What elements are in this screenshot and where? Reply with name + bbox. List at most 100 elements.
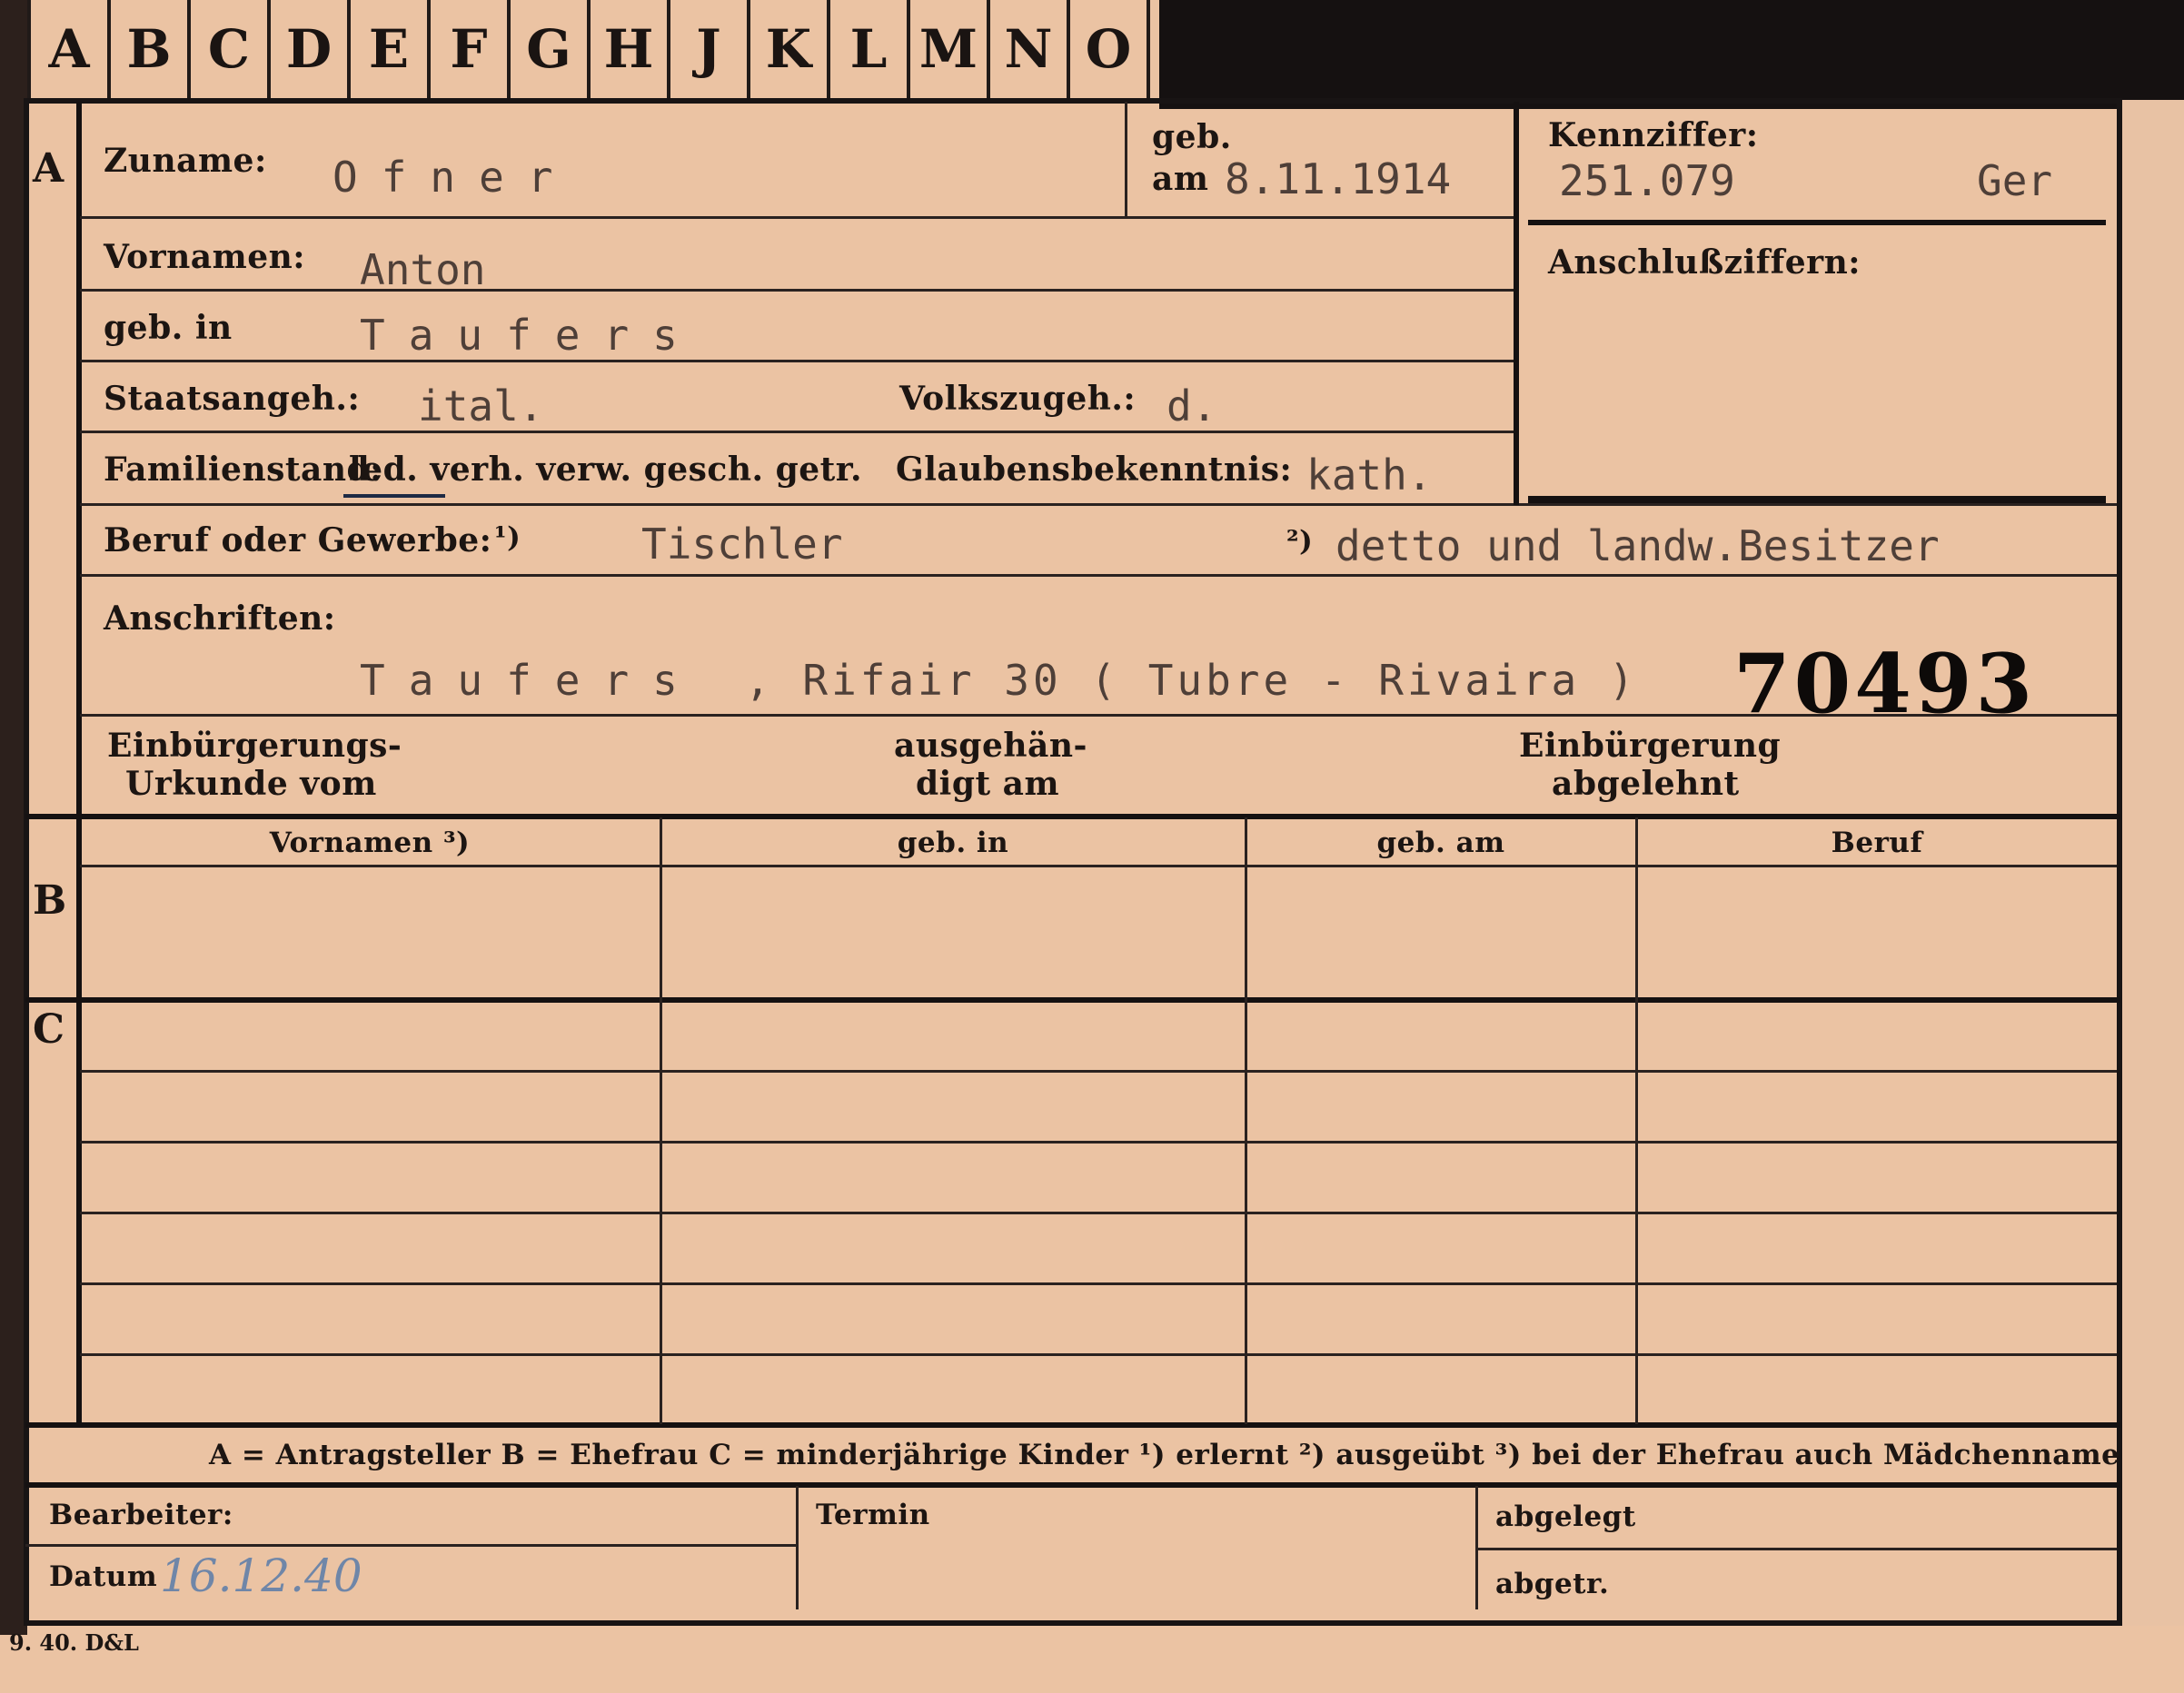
section-c-label: C <box>33 1006 65 1053</box>
glaubens-value: kath. <box>1306 450 1433 500</box>
beruf-label: Beruf oder Gewerbe: <box>104 521 492 559</box>
row-line <box>80 289 1515 292</box>
zuname-label: Zuname: <box>104 142 267 180</box>
einb-abgelehnt-line1: Einbürgerung <box>1519 727 1782 765</box>
table-row-line <box>80 1282 2117 1285</box>
legend: A = Antragsteller B = Ehefrau C = minder… <box>209 1439 2120 1471</box>
tab-g: G <box>511 0 591 102</box>
table-col-divider <box>660 817 662 1424</box>
staatsangeh-value: ital. <box>418 381 544 431</box>
vornamen-value: Anton <box>360 245 486 294</box>
termin-label: Termin <box>816 1499 930 1531</box>
tab-h: H <box>591 0 670 102</box>
table-bottom <box>25 1422 2120 1428</box>
tab-a: A <box>31 0 111 102</box>
table-header-line <box>80 865 2117 867</box>
tab-c: C <box>191 0 271 102</box>
row-line <box>80 360 1515 362</box>
index-tabs: A B C D E F G H J K L M N O <box>27 0 1163 102</box>
anschluss-label: Anschlußziffern: <box>1548 243 1861 282</box>
tab-k: K <box>750 0 830 102</box>
tab-j: J <box>670 0 750 102</box>
stamp-number: 70493 <box>1733 636 2037 732</box>
ausgehaen-line1: ausgehän- <box>894 727 1087 765</box>
row-line <box>80 216 1515 219</box>
footer-row-line <box>25 1544 796 1547</box>
tab-letter: G <box>526 18 571 80</box>
section-b-label: B <box>33 877 67 924</box>
datum-label: Datum <box>49 1560 158 1593</box>
tab-n: N <box>990 0 1070 102</box>
row-line <box>80 574 2117 577</box>
anschriften-label: Anschriften: <box>104 599 336 638</box>
row-line <box>80 503 2117 506</box>
kennziffer-divider <box>1514 102 1519 505</box>
tab-letter: A <box>48 18 90 80</box>
tab-letter: H <box>603 18 654 80</box>
beruf-value1: Tischler <box>641 520 843 569</box>
tab-letter: E <box>368 18 410 80</box>
geb-label: geb. <box>1152 118 1232 156</box>
ausgehaen-line2: digt am <box>916 765 1060 803</box>
tab-letter: J <box>696 18 721 80</box>
geb-in-label: geb. in <box>104 309 233 347</box>
tab-letter: F <box>450 18 488 80</box>
table-header-vornamen: Vornamen ³) <box>269 827 471 859</box>
familienstand-options: led. verh. verw. gesch. getr. <box>349 450 862 489</box>
tab-letter: B <box>126 18 172 80</box>
glaubens-label: Glaubensbekenntnis: <box>896 450 1293 489</box>
einb-urkunde-line1: Einbürgerungs- <box>107 727 402 765</box>
volkszugeh-label: Volkszugeh.: <box>899 380 1137 418</box>
kennziffer-label: Kennziffer: <box>1548 116 1759 154</box>
vornamen-label: Vornamen: <box>104 238 306 276</box>
beruf-note1: ¹) <box>494 521 521 554</box>
abgetr-label: abgetr. <box>1495 1568 1610 1600</box>
table-col-divider <box>1635 817 1638 1424</box>
einb-urkunde-line2: Urkunde vom <box>125 765 377 803</box>
tab-e: E <box>351 0 431 102</box>
kennziffer-value: 251.079 <box>1559 156 1735 205</box>
table-row-line <box>80 1212 2117 1214</box>
zuname-value: Ofner <box>333 153 577 202</box>
table-header-beruf: Beruf <box>1831 827 1923 859</box>
table-row-line <box>80 1070 2117 1073</box>
section-column-divider <box>76 102 82 1426</box>
einb-abgelehnt-line2: abgelehnt <box>1552 765 1740 803</box>
section-a-label: A <box>33 145 65 192</box>
datum-handwritten: 16.12.40 <box>160 1549 362 1602</box>
section-b-top <box>25 814 2120 819</box>
beruf-note2: ²) <box>1286 525 1314 558</box>
scan-background <box>2117 100 2184 1626</box>
kennziffer-suffix: Ger <box>1977 156 2053 205</box>
beruf-value2: detto und landw.Besitzer <box>1335 521 1940 570</box>
familienstand-underline <box>343 494 445 498</box>
print-code: 9. 40. D&L <box>9 1629 139 1656</box>
table-col-divider <box>1245 817 1247 1424</box>
geb-am-divider <box>1125 102 1127 218</box>
volkszugeh-value: d. <box>1166 381 1217 431</box>
table-row-line <box>80 1141 2117 1144</box>
footer-divider <box>796 1486 799 1609</box>
table-header-geb-am: geb. am <box>1376 827 1505 859</box>
geb-in-value: Taufers <box>360 311 701 360</box>
bearbeiter-label: Bearbeiter: <box>49 1499 233 1531</box>
tab-l: L <box>830 0 910 102</box>
footer-row-line <box>1477 1548 2117 1550</box>
tab-o: O <box>1070 0 1150 102</box>
tab-letter: K <box>765 18 812 80</box>
tab-letter: D <box>285 18 333 80</box>
tab-letter: L <box>849 18 888 80</box>
geb-am-value: 8.11.1914 <box>1225 154 1452 203</box>
row-line <box>80 431 1515 433</box>
table-header-geb-in: geb. in <box>897 827 1009 859</box>
staatsangeh-label: Staatsangeh.: <box>104 380 361 418</box>
tab-d: D <box>271 0 351 102</box>
abgelegt-label: abgelegt <box>1495 1500 1636 1533</box>
anschrift-ort: Taufers <box>360 656 701 705</box>
tab-m: M <box>910 0 990 102</box>
tab-letter: O <box>1085 18 1132 80</box>
am-label: am <box>1152 160 1209 198</box>
tab-b: B <box>111 0 191 102</box>
scan-background <box>1159 0 2184 109</box>
anschrift-rest: , Rifair 30 ( Tubre - Rivaira ) <box>745 656 1638 705</box>
